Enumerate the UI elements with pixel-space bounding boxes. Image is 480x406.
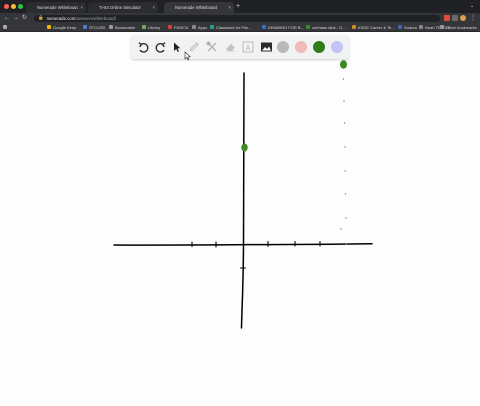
color-swatch-lavender[interactable] [331, 41, 343, 53]
mouse-cursor [184, 51, 191, 61]
green-point [340, 60, 347, 69]
eraser-icon[interactable] [223, 40, 237, 54]
drawing-layer [113, 60, 373, 329]
color-swatch-pink[interactable] [295, 41, 307, 53]
tools-icon[interactable] [205, 40, 219, 54]
guide-dots [243, 78, 348, 245]
x-axis-stroke [113, 243, 373, 246]
color-swatch-green[interactable] [313, 41, 325, 53]
color-swatch-gray[interactable] [277, 41, 289, 53]
whiteboard-toolbar: A [131, 35, 349, 59]
green-point [241, 143, 248, 152]
text-icon[interactable]: A [241, 40, 255, 54]
y-axis-stroke [240, 72, 245, 329]
undo-icon[interactable] [136, 40, 150, 54]
select-arrow-icon[interactable] [170, 40, 184, 54]
svg-text:A: A [246, 45, 251, 52]
image-icon[interactable] [259, 40, 273, 54]
redo-icon[interactable] [153, 40, 167, 54]
